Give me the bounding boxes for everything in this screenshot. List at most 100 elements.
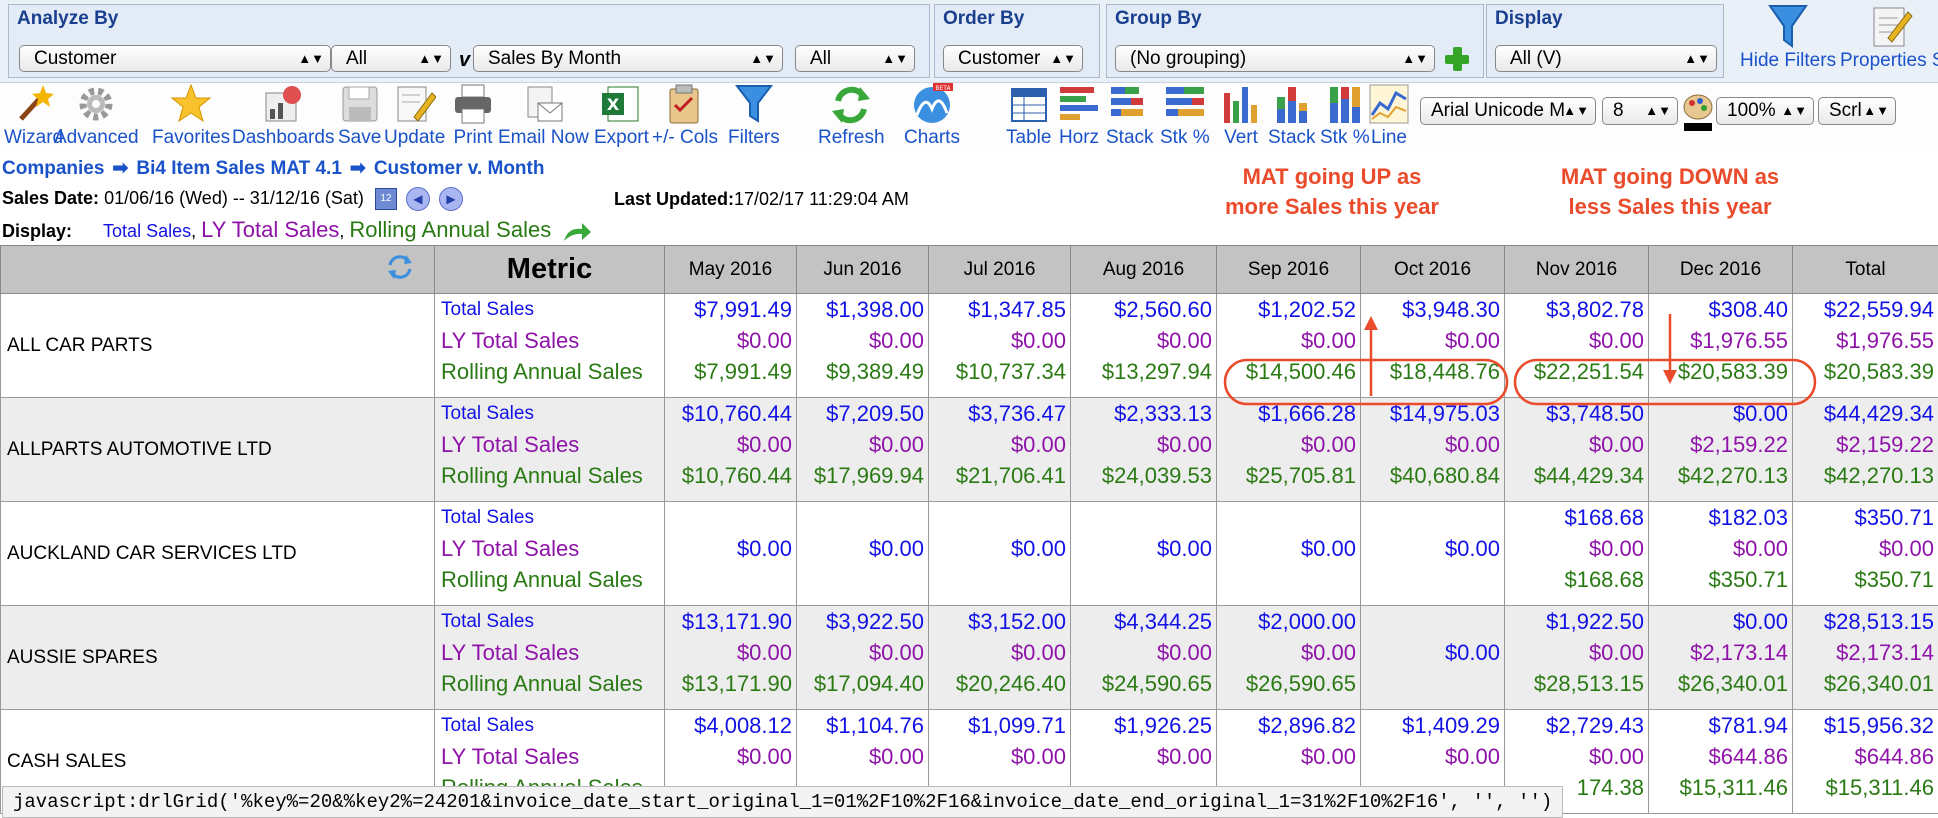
font-select[interactable]: Arial Unicode M ▲▼ [1420,97,1596,125]
value-cell[interactable]: $0.00 [1216,501,1361,606]
value-cell[interactable]: $0.00 [1360,501,1505,606]
month-header[interactable]: May 2016 [664,245,797,294]
save-button[interactable]: Save [338,83,381,149]
refresh-data-button[interactable]: Refresh [818,83,885,149]
update-button[interactable]: Update [384,83,445,149]
previous-period-icon[interactable]: ◀ [405,187,430,211]
value-cell[interactable]: $182.03 $0.00 $350.71 [1648,501,1793,606]
value-cell[interactable]: $0.00 [928,501,1071,606]
value-cell[interactable]: $3,922.50 $0.00 $17,094.40 [796,605,929,710]
month-header[interactable]: Oct 2016 [1360,245,1505,294]
value-cell[interactable]: $3,948.30 $0.00 $18,448.76 [1360,293,1505,398]
group-by-select[interactable]: (No grouping) ▲▼ [1115,45,1435,72]
share-arrow-icon[interactable] [562,221,592,243]
value-cell[interactable]: $13,171.90 $0.00 $13,171.90 [664,605,797,710]
value-cell[interactable]: $7,991.49 $0.00 $7,991.49 [664,293,797,398]
month-header[interactable]: Sep 2016 [1216,245,1361,294]
value-cell[interactable]: $4,344.25 $0.00 $24,590.65 [1070,605,1217,710]
breadcrumb-view[interactable]: Customer v. Month [374,158,545,179]
breadcrumb-companies[interactable]: Companies [2,158,104,179]
value-cell[interactable]: $14,975.03 $0.00 $40,680.84 [1360,397,1505,502]
value-cell[interactable]: $0.00 [1360,605,1505,710]
value-cell[interactable]: $2,333.13 $0.00 $24,039.53 [1070,397,1217,502]
add-grouping-icon[interactable] [1443,45,1471,73]
value-cell[interactable]: $3,736.47 $0.00 $21,706.41 [928,397,1071,502]
breadcrumb-report[interactable]: Bi4 Item Sales MAT 4.1 [136,158,342,179]
value-cell[interactable]: $3,748.50 $0.00 $44,429.34 [1504,397,1649,502]
value-cell[interactable]: $0.00 [796,501,929,606]
analyze-field-select[interactable]: Customer ▲▼ [19,45,331,72]
excel-icon: X [602,86,639,122]
chart-stack-horz-label: Stack [1106,127,1154,148]
dashboards-button[interactable]: Dashboards [232,83,334,149]
value-cell[interactable]: $0.00 [664,501,797,606]
chart-stack-horz-button[interactable]: Stack [1106,83,1154,149]
value-cell[interactable]: $22,559.94 $1,976.55 $20,583.39 [1792,293,1938,398]
chart-vert-button[interactable]: Vert [1220,83,1262,149]
month-header[interactable]: Jul 2016 [928,245,1071,294]
customer-name[interactable]: AUSSIE SPARES [0,605,435,710]
add-remove-cols-button[interactable]: +/- Cols [652,83,718,149]
value-cell[interactable]: $28,513.15 $2,173.14 $26,340.01 [1792,605,1938,710]
value-cell[interactable]: $0.00 $2,159.22 $42,270.13 [1648,397,1793,502]
month-header[interactable]: Aug 2016 [1070,245,1217,294]
zoom-select[interactable]: 100% ▲▼ [1716,97,1814,125]
value-cell[interactable]: $7,209.50 $0.00 $17,969.94 [796,397,929,502]
month-header[interactable]: Dec 2016 [1648,245,1793,294]
value-cell[interactable]: $10,760.44 $0.00 $10,760.44 [664,397,797,502]
next-period-icon[interactable]: ▶ [438,187,463,211]
value-cell[interactable]: $350.71 $0.00 $350.71 [1792,501,1938,606]
chart-stk-pct-horz-button[interactable]: Stk % [1160,83,1210,149]
month-header[interactable]: Jun 2016 [796,245,929,294]
month-header[interactable]: Total [1792,245,1938,294]
hide-filters-button[interactable]: Hide Filters [1740,4,1836,72]
chart-line-button[interactable]: Line [1368,83,1410,149]
favorites-button[interactable]: Favorites [152,83,230,149]
scroll-select[interactable]: Scrl ▲▼ [1818,97,1896,125]
chart-stack-vert-button[interactable]: Stack [1268,83,1316,149]
value-cell[interactable]: $1,922.50 $0.00 $28,513.15 [1504,605,1649,710]
analyze-metric-select[interactable]: Sales By Month ▲▼ [473,45,783,72]
customer-name[interactable]: AUCKLAND CAR SERVICES LTD [0,501,435,606]
filters-button[interactable]: Filters [728,83,780,149]
month-header[interactable]: Nov 2016 [1504,245,1649,294]
refresh-icon[interactable] [386,253,414,281]
value-cell[interactable]: $3,152.00 $0.00 $20,246.40 [928,605,1071,710]
value-cell[interactable]: $1,202.52 $0.00 $14,500.46 [1216,293,1361,398]
chart-stk-pct-vert-button[interactable]: Stk % [1320,83,1370,149]
cool-charts-button[interactable]: BETA Charts [904,83,960,149]
stacked-horizontal-bar-icon [1110,87,1143,116]
chart-table-button[interactable]: Table [1006,83,1051,149]
export-button[interactable]: X Export [594,83,649,149]
value-cell[interactable]: $308.40 $1,976.55 $20,583.39 [1648,293,1793,398]
font-size-select[interactable]: 8 ▲▼ [1602,97,1678,125]
value-cell[interactable]: $1,347.85 $0.00 $10,737.34 [928,293,1071,398]
calendar-icon[interactable]: 12 [374,188,397,210]
customer-name[interactable]: ALL CAR PARTS [0,293,435,398]
value-cell[interactable]: $1,666.28 $0.00 $25,705.81 [1216,397,1361,502]
value-cell[interactable]: $3,802.78 $0.00 $22,251.54 [1504,293,1649,398]
rolling-annual-sales-value: $10,760.44 [681,463,792,488]
value-cell[interactable]: $15,956.32 $644.86 $15,311.46 [1792,709,1938,814]
print-button[interactable]: Print [452,83,494,149]
value-cell[interactable]: $44,429.34 $2,159.22 $42,270.13 [1792,397,1938,502]
advanced-button[interactable]: Advanced [54,83,139,149]
value-cell[interactable]: $2,000.00 $0.00 $26,590.65 [1216,605,1361,710]
analyze-metric-filter-select[interactable]: All ▲▼ [795,45,915,72]
properties-button[interactable]: Properties S [1840,4,1938,72]
chart-horz-button[interactable]: Horz [1058,83,1100,149]
value-cell[interactable]: $2,560.60 $0.00 $13,297.94 [1070,293,1217,398]
order-by-select[interactable]: Customer ▲▼ [943,45,1083,72]
analyze-field-filter-select[interactable]: All ▲▼ [331,45,451,72]
metric-header[interactable]: Metric [434,245,665,294]
value-cell[interactable]: $0.00 $2,173.14 $26,340.01 [1648,605,1793,710]
value-cell[interactable]: $781.94 $644.86 $15,311.46 [1648,709,1793,814]
customer-name[interactable]: ALLPARTS AUTOMOTIVE LTD [0,397,435,502]
value-cell[interactable]: $168.68 $0.00 $168.68 [1504,501,1649,606]
email-now-button[interactable]: Email Now [498,83,589,149]
value-cell[interactable]: $0.00 [1070,501,1217,606]
display-select[interactable]: All (V) ▲▼ [1495,45,1717,72]
color-picker-button[interactable] [1682,93,1714,139]
ly-total-sales-value: $0.00 [1444,744,1500,769]
value-cell[interactable]: $1,398.00 $0.00 $9,389.49 [796,293,929,398]
